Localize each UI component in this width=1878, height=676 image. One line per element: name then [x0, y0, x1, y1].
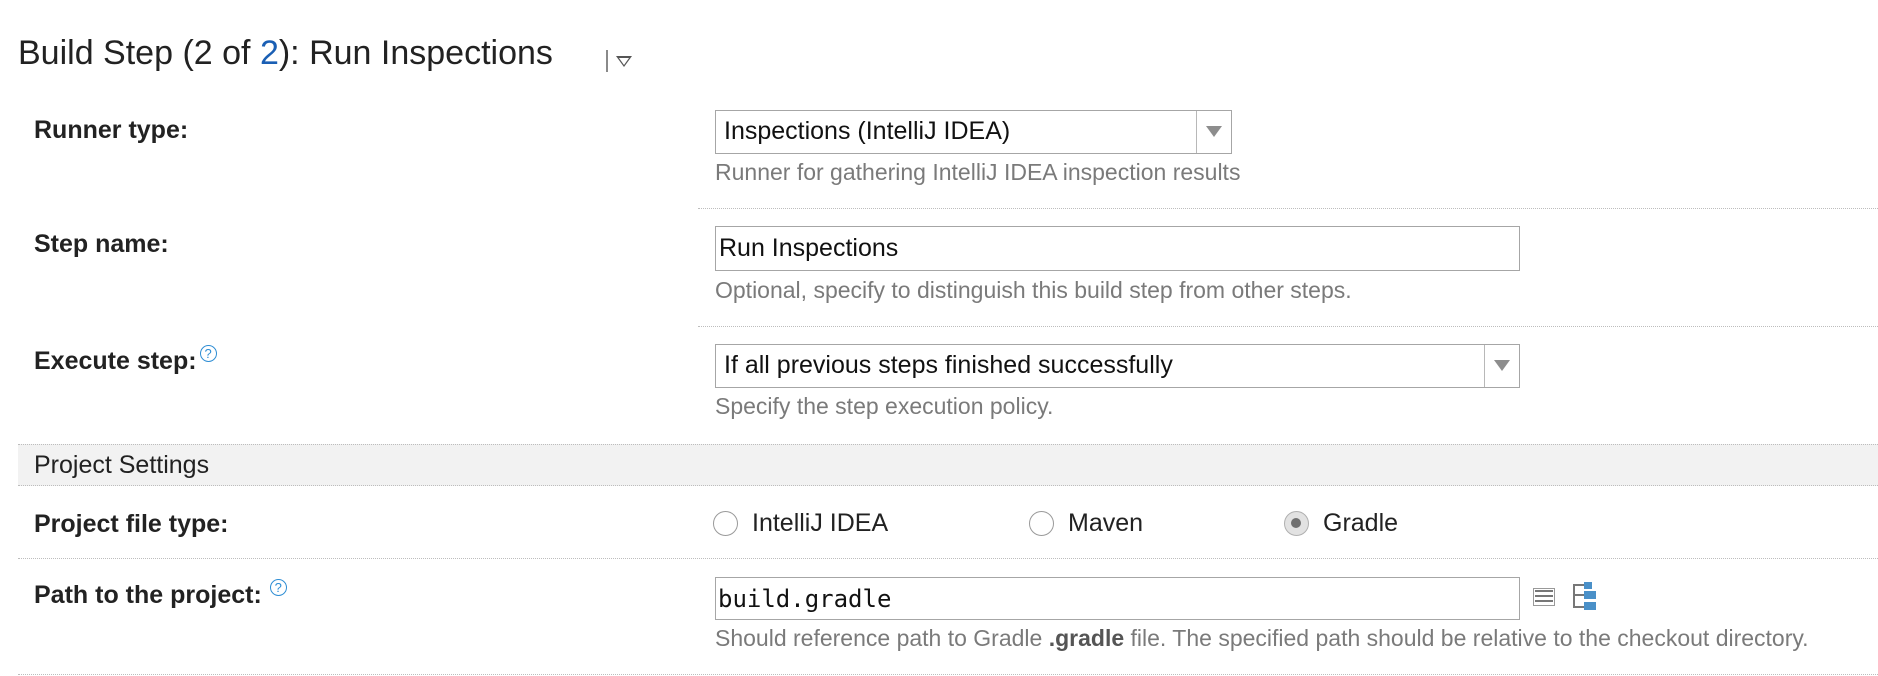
section-header-project-settings: Project Settings — [18, 444, 1878, 486]
execute-step-label: Execute step:? — [34, 345, 217, 376]
runner-type-note: Runner for gathering IntelliJ IDEA inspe… — [715, 159, 1241, 185]
radio-label: Maven — [1068, 508, 1144, 537]
radio-button[interactable] — [1029, 510, 1054, 536]
note-suffix: file. The specified path should be relat… — [1124, 625, 1809, 651]
radio-button[interactable] — [713, 510, 738, 536]
runner-type-label: Runner type: — [34, 116, 189, 144]
path-to-project-note: Should reference path to Gradle .gradle … — [715, 625, 1809, 652]
path-to-project-label: Path to the project:? — [34, 579, 287, 610]
help-question-icon[interactable]: ? — [199, 345, 217, 362]
title-prefix: Build Step ( — [18, 34, 194, 72]
radio-maven[interactable]: Maven — [1029, 508, 1143, 538]
divider — [698, 326, 1878, 327]
radio-intellij-idea[interactable]: IntelliJ IDEA — [713, 508, 888, 538]
execute-step-value: If all previous steps finished successfu… — [724, 351, 1173, 379]
execute-step-select[interactable]: If all previous steps finished successfu… — [715, 344, 1520, 388]
project-file-type-label: Project file type: — [34, 510, 229, 538]
divider — [18, 558, 1878, 559]
path-to-project-input[interactable] — [715, 577, 1520, 620]
step-name-label: Step name: — [34, 230, 169, 258]
step-name-input[interactable] — [715, 226, 1520, 271]
chevron-down-icon[interactable] — [1484, 345, 1519, 387]
divider — [698, 208, 1878, 209]
tree-browse-icon[interactable] — [1570, 582, 1602, 612]
title-step-number: 2 — [193, 34, 213, 72]
title-total-link[interactable]: 2 — [260, 34, 279, 72]
section-title: Project Settings — [34, 451, 210, 479]
title-of: of — [212, 34, 260, 72]
runner-type-select[interactable]: Inspections (IntelliJ IDEA) — [715, 110, 1232, 154]
radio-label: IntelliJ IDEA — [752, 508, 889, 537]
execute-step-note: Specify the step execution policy. — [715, 393, 1054, 419]
title-suffix: ): Run Inspections — [278, 34, 553, 72]
step-name-note: Optional, specify to distinguish this bu… — [715, 277, 1352, 303]
chevron-down-icon[interactable] — [1196, 111, 1231, 153]
divider — [18, 674, 1878, 675]
note-prefix: Should reference path to Gradle — [715, 625, 1049, 651]
radio-gradle[interactable]: Gradle — [1284, 508, 1398, 538]
radio-label: Gradle — [1323, 508, 1399, 537]
radio-button-selected[interactable] — [1284, 510, 1309, 536]
list-icon[interactable] — [1533, 588, 1555, 606]
note-bold: .gradle — [1048, 625, 1125, 651]
execute-step-label-text: Execute step: — [34, 347, 197, 375]
path-to-project-label-text: Path to the project: — [34, 581, 262, 609]
dropdown-menu-icon[interactable] — [604, 48, 638, 74]
help-question-icon[interactable]: ? — [269, 579, 287, 596]
page-title: Build Step (2 of 2): Run Inspections — [18, 34, 553, 73]
runner-type-value: Inspections (IntelliJ IDEA) — [724, 117, 1011, 145]
